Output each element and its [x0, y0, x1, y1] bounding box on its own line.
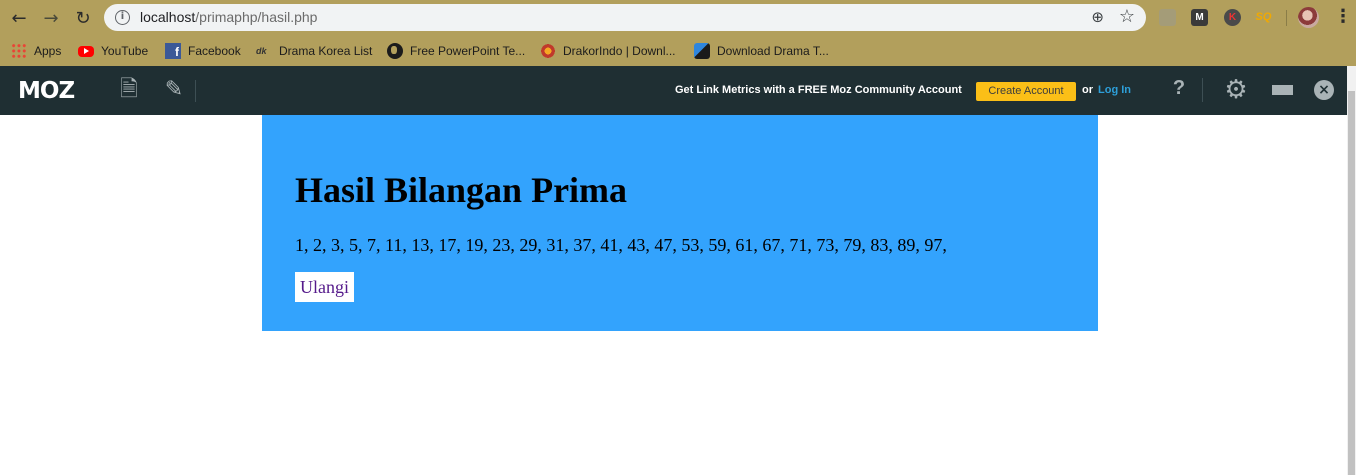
moz-logo[interactable]: MOZ	[18, 79, 75, 103]
download-drama-icon	[694, 43, 710, 59]
globe-icon	[387, 43, 403, 59]
bookmarks-bar: Apps YouTube f Facebook dk Drama Korea L…	[0, 35, 1356, 66]
url-host: localhost	[140, 9, 196, 25]
moz-or-text: or	[1082, 84, 1093, 96]
bookmark-label: DrakorIndo | Downl...	[563, 44, 676, 58]
toolbar-divider	[1286, 10, 1287, 26]
bookmark-apps[interactable]: Apps	[11, 42, 61, 60]
kebab-menu-icon[interactable]: ⋮	[1334, 6, 1352, 30]
collapse-bar-icon[interactable]	[1272, 85, 1293, 95]
bookmark-drama-korea-list[interactable]: dk Drama Korea List	[256, 42, 372, 60]
bookmark-drakorindo[interactable]: DrakorIndo | Downl...	[540, 42, 676, 60]
url-path: /primaphp/hasil.php	[195, 9, 318, 25]
bookmark-label: Drama Korea List	[279, 44, 373, 58]
reload-icon[interactable]: ↻	[71, 6, 95, 30]
gear-icon[interactable]: ⚙	[1220, 74, 1252, 106]
extension-m-icon[interactable]: M	[1191, 9, 1208, 26]
bookmark-label: Facebook	[188, 44, 241, 58]
page-title: Hasil Bilangan Prima	[295, 170, 628, 210]
moz-promo-text: Get Link Metrics with a FREE Moz Communi…	[675, 84, 962, 96]
close-icon[interactable]: ×	[1314, 80, 1334, 100]
page-analysis-icon[interactable]: 🗎	[115, 76, 143, 104]
login-link[interactable]: Log In	[1098, 84, 1131, 96]
mozbar-divider	[1202, 78, 1203, 102]
create-account-button[interactable]: Create Account	[976, 82, 1076, 101]
dramakorea-icon: dk	[256, 46, 267, 56]
bookmark-youtube[interactable]: YouTube	[78, 42, 148, 60]
bookmark-download-drama[interactable]: Download Drama T...	[694, 42, 829, 60]
help-icon[interactable]: ?	[1168, 77, 1190, 103]
zoom-icon[interactable]: ⊕	[1091, 8, 1104, 26]
extension-k-icon[interactable]: K	[1224, 9, 1241, 26]
result-panel: Hasil Bilangan Prima 1, 2, 3, 5, 7, 11, …	[262, 115, 1098, 331]
mozbar-divider	[195, 80, 196, 102]
extension-sq-icon[interactable]: SQ	[1255, 9, 1272, 26]
extension-grey-icon[interactable]	[1159, 9, 1176, 26]
bookmark-label: YouTube	[101, 44, 149, 58]
scrollbar-thumb[interactable]	[1348, 91, 1355, 475]
browser-toolbar: ← → ↻ i localhost/primaphp/hasil.php ⊕ ☆…	[0, 0, 1356, 35]
address-bar[interactable]: i localhost/primaphp/hasil.php ⊕ ☆	[104, 4, 1146, 31]
url-text[interactable]: localhost/primaphp/hasil.php	[140, 9, 317, 25]
bookmark-label: Apps	[34, 44, 62, 58]
bookmark-star-icon[interactable]: ☆	[1119, 6, 1135, 27]
prime-numbers-list: 1, 2, 3, 5, 7, 11, 13, 17, 19, 23, 29, 3…	[295, 235, 947, 255]
drakorindo-icon	[540, 43, 556, 59]
bookmark-label: Download Drama T...	[717, 44, 829, 58]
ulangi-button[interactable]: Ulangi	[295, 272, 354, 302]
profile-avatar[interactable]	[1298, 7, 1319, 28]
youtube-icon	[78, 45, 94, 57]
bookmark-facebook[interactable]: f Facebook	[165, 42, 241, 60]
pencil-icon[interactable]: ✎	[160, 76, 188, 104]
forward-arrow-icon[interactable]: →	[39, 6, 63, 30]
back-arrow-icon[interactable]: ←	[7, 6, 31, 30]
bookmark-label: Free PowerPoint Te...	[410, 44, 526, 58]
mozbar: MOZ 🗎 ✎ Get Link Metrics with a FREE Moz…	[0, 66, 1347, 115]
bookmark-free-powerpoint[interactable]: Free PowerPoint Te...	[387, 42, 525, 60]
apps-icon	[11, 43, 27, 59]
facebook-icon: f	[165, 43, 181, 59]
page-scrollbar[interactable]	[1347, 66, 1356, 475]
site-info-icon[interactable]: i	[115, 10, 130, 25]
